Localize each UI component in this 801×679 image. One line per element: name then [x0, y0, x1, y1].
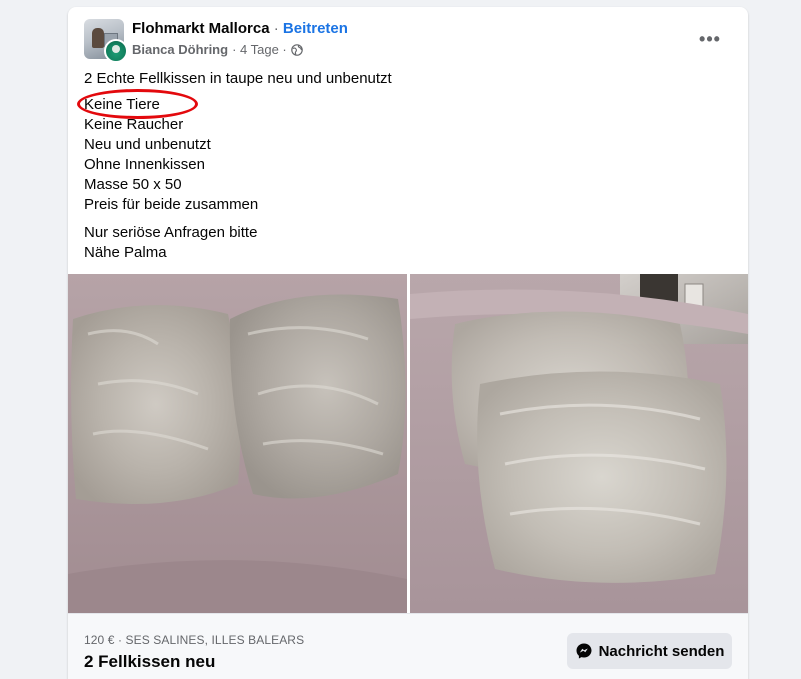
post-timestamp[interactable]: · 4 Tage · — [232, 42, 287, 57]
separator: · — [269, 20, 283, 37]
post-line: Preis für beide zusammen — [84, 196, 259, 213]
price-location: 120 € · SES SALINES, ILLES BALEARS — [84, 633, 305, 647]
post-card: Flohmarkt Mallorca · Beitreten Bianca Dö… — [68, 7, 748, 679]
photo-2[interactable] — [410, 274, 748, 613]
send-message-label: Nachricht senden — [598, 642, 725, 660]
post-line: Nur seriöse Anfragen bitte — [84, 224, 258, 241]
post-line: Nähe Palma — [84, 244, 167, 261]
globe-icon — [290, 43, 303, 56]
post-line: Keine Tiere — [84, 96, 160, 113]
post-meta: Bianca Döhring · 4 Tage · — [132, 42, 303, 57]
post-line: Keine Raucher — [84, 116, 184, 133]
messenger-icon — [576, 643, 592, 659]
photo-2-image — [410, 274, 748, 613]
group-line: Flohmarkt Mallorca · Beitreten — [132, 20, 348, 37]
photo-gallery — [68, 274, 748, 613]
post-line: 2 Echte Fellkissen in taupe neu und unbe… — [84, 70, 392, 87]
send-message-button[interactable]: Nachricht senden — [567, 633, 732, 669]
post-line: Neu und unbenutzt — [84, 136, 211, 153]
listing-title[interactable]: 2 Fellkissen neu — [84, 652, 215, 672]
post-line: Ohne Innenkissen — [84, 156, 205, 173]
photo-1-image — [68, 274, 407, 613]
join-group-link[interactable]: Beitreten — [283, 20, 348, 37]
marketplace-listing: 120 € · SES SALINES, ILLES BALEARS 2 Fel… — [68, 613, 748, 679]
author-name-link[interactable]: Bianca Döhring — [132, 42, 228, 57]
group-name-link[interactable]: Flohmarkt Mallorca — [132, 20, 270, 37]
avatar-person-shape — [92, 28, 104, 48]
post-body: 2 Echte Fellkissen in taupe neu und unbe… — [77, 69, 732, 263]
post-line: Masse 50 x 50 — [84, 176, 182, 193]
author-avatar[interactable] — [104, 39, 128, 63]
more-options-icon[interactable]: ••• — [696, 25, 724, 53]
post-header: Flohmarkt Mallorca · Beitreten Bianca Dö… — [84, 19, 732, 63]
photo-1[interactable] — [68, 274, 407, 613]
